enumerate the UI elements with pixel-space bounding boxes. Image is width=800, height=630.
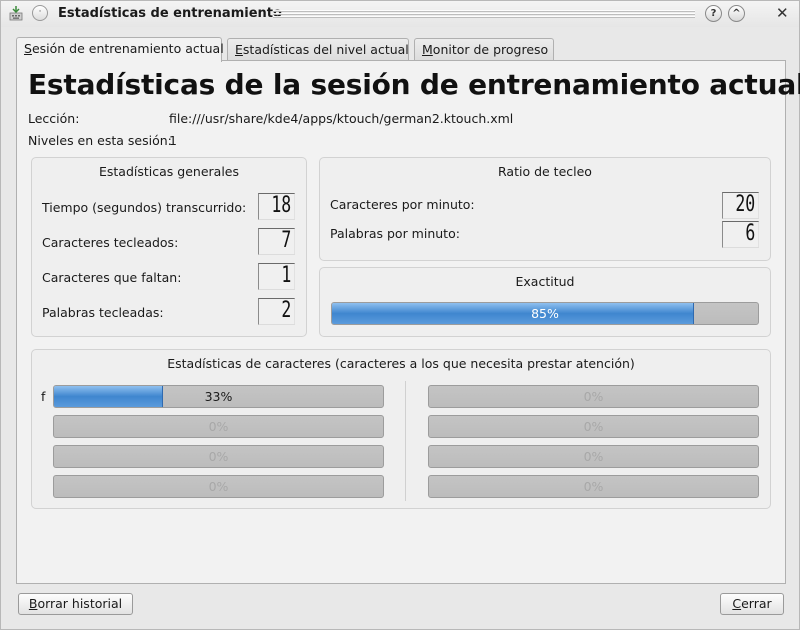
char-progress-bar: 0% (53, 475, 384, 498)
char-progress-bar: 33% (53, 385, 384, 408)
char-percent: 0% (583, 479, 604, 494)
titlebar-decoration (273, 10, 695, 18)
char-percent: 0% (208, 449, 229, 464)
statistics-window: · Estadísticas de entrenamiento ? ^ ✕ Se… (0, 0, 800, 630)
close-window-icon[interactable]: ✕ (776, 4, 789, 22)
words-per-minute-display: 6 (722, 221, 759, 248)
shade-button[interactable]: ^ (728, 5, 745, 22)
chars-missing-label: Caracteres que faltan: (42, 270, 182, 285)
char-percent: 0% (583, 389, 604, 404)
tab-accel: S (24, 41, 32, 56)
group-title: Estadísticas generales (99, 164, 239, 179)
tab-current-session[interactable]: Sesión de entrenamiento actual (16, 37, 224, 62)
tab-level-stats[interactable]: Estadísticas del nivel actual (227, 38, 409, 61)
tab-label: onitor de progreso (432, 42, 549, 57)
accuracy-progress-bar: 85% (331, 302, 759, 325)
app-icon[interactable] (8, 5, 24, 22)
char-percent: 0% (583, 449, 604, 464)
window-title: Estadísticas de entrenamiento (58, 6, 282, 21)
levels-value: 1 (169, 133, 177, 148)
levels-label: Niveles en esta sesión: (28, 133, 172, 148)
tab-accel: E (235, 42, 243, 57)
char-percent: 0% (208, 419, 229, 434)
tab-label: esión de entrenamiento actual (31, 41, 224, 56)
help-button[interactable]: ? (705, 5, 722, 22)
group-title: Ratio de tecleo (498, 164, 592, 179)
button-label: orrar historial (37, 596, 123, 611)
page-title: Estadísticas de la sesión de entrenamien… (28, 68, 800, 101)
group-title: Exactitud (515, 274, 575, 289)
elapsed-time-label: Tiempo (segundos) transcurrido: (42, 200, 247, 215)
chars-missing-display: 1 (258, 263, 295, 290)
clear-history-button[interactable]: Borrar historial (18, 593, 133, 615)
words-typed-display: 2 (258, 298, 295, 325)
window-menu-button[interactable]: · (32, 5, 48, 21)
char-progress-bar: 0% (428, 415, 759, 438)
char-progress-bar: 0% (53, 445, 384, 468)
chars-per-minute-display: 20 (722, 192, 759, 219)
char-percent: 0% (208, 479, 229, 494)
char-percent: 0% (583, 419, 604, 434)
lesson-label: Lección: (28, 111, 80, 126)
tab-progress-monitor[interactable]: Monitor de progreso (414, 38, 554, 61)
char-percent: 33% (204, 389, 233, 404)
lesson-value: file:///usr/share/kde4/apps/ktouch/germa… (169, 111, 514, 126)
elapsed-time-display: 18 (258, 193, 295, 220)
char-progress-bar: 0% (428, 385, 759, 408)
group-title: Estadísticas de caracteres (caracteres a… (167, 356, 635, 371)
column-divider (405, 381, 406, 501)
tab-accel: M (422, 42, 433, 57)
button-label: errar (741, 596, 772, 611)
chars-typed-label: Caracteres tecleados: (42, 235, 179, 250)
words-typed-label: Palabras tecleadas: (42, 305, 164, 320)
title-bar[interactable]: · Estadísticas de entrenamiento ? ^ ✕ (1, 1, 799, 27)
char-progress-bar: 0% (428, 445, 759, 468)
tab-label: stadísticas del nivel actual (242, 42, 409, 57)
chars-per-minute-label: Caracteres por minuto: (330, 197, 475, 212)
button-accel: C (732, 596, 742, 611)
words-per-minute-label: Palabras por minuto: (330, 226, 460, 241)
close-button[interactable]: Cerrar (720, 593, 784, 615)
accuracy-percent: 85% (531, 306, 559, 321)
char-label: f (41, 389, 46, 404)
chars-typed-display: 7 (258, 228, 295, 255)
char-progress-bar: 0% (53, 415, 384, 438)
char-progress-bar: 0% (428, 475, 759, 498)
